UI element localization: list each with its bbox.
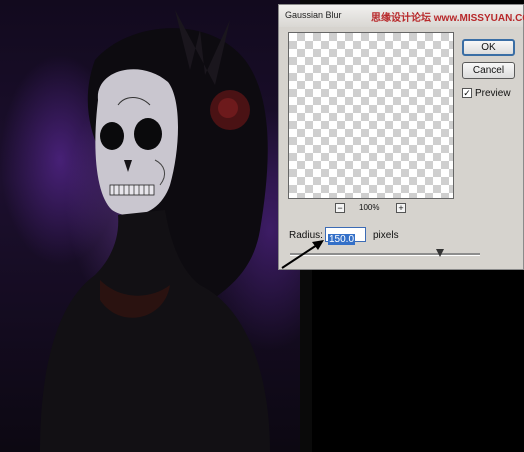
ok-button[interactable]: OK	[462, 39, 515, 56]
watermark-text: 思缘设计论坛 www.MISSYUAN.COM	[371, 13, 524, 24]
preview-label: Preview	[475, 88, 511, 99]
zoom-in-button[interactable]: +	[396, 203, 406, 213]
radius-unit: pixels	[373, 230, 399, 241]
dialog-titlebar[interactable]: Gaussian Blur 思缘设计论坛 www.MISSYUAN.COM	[279, 5, 524, 27]
cancel-button[interactable]: Cancel	[462, 62, 515, 79]
zoom-level: 100%	[359, 203, 380, 212]
dialog-title: Gaussian Blur	[285, 10, 342, 20]
woman-figure-image	[40, 10, 270, 452]
radius-input[interactable]: 150.0	[325, 227, 366, 245]
workspace-background	[312, 270, 524, 452]
radius-value: 150.0	[328, 234, 356, 245]
gaussian-blur-dialog: Gaussian Blur 思缘设计论坛 www.MISSYUAN.COM − …	[278, 4, 524, 270]
radius-slider-thumb[interactable]	[436, 249, 445, 257]
preview-checkbox[interactable]: ✓	[462, 88, 472, 98]
canvas-photo	[0, 0, 312, 452]
radius-label: Radius:	[289, 230, 323, 241]
preview-area[interactable]	[288, 32, 454, 199]
zoom-out-button[interactable]: −	[335, 203, 345, 213]
radius-slider-track[interactable]	[290, 253, 480, 256]
